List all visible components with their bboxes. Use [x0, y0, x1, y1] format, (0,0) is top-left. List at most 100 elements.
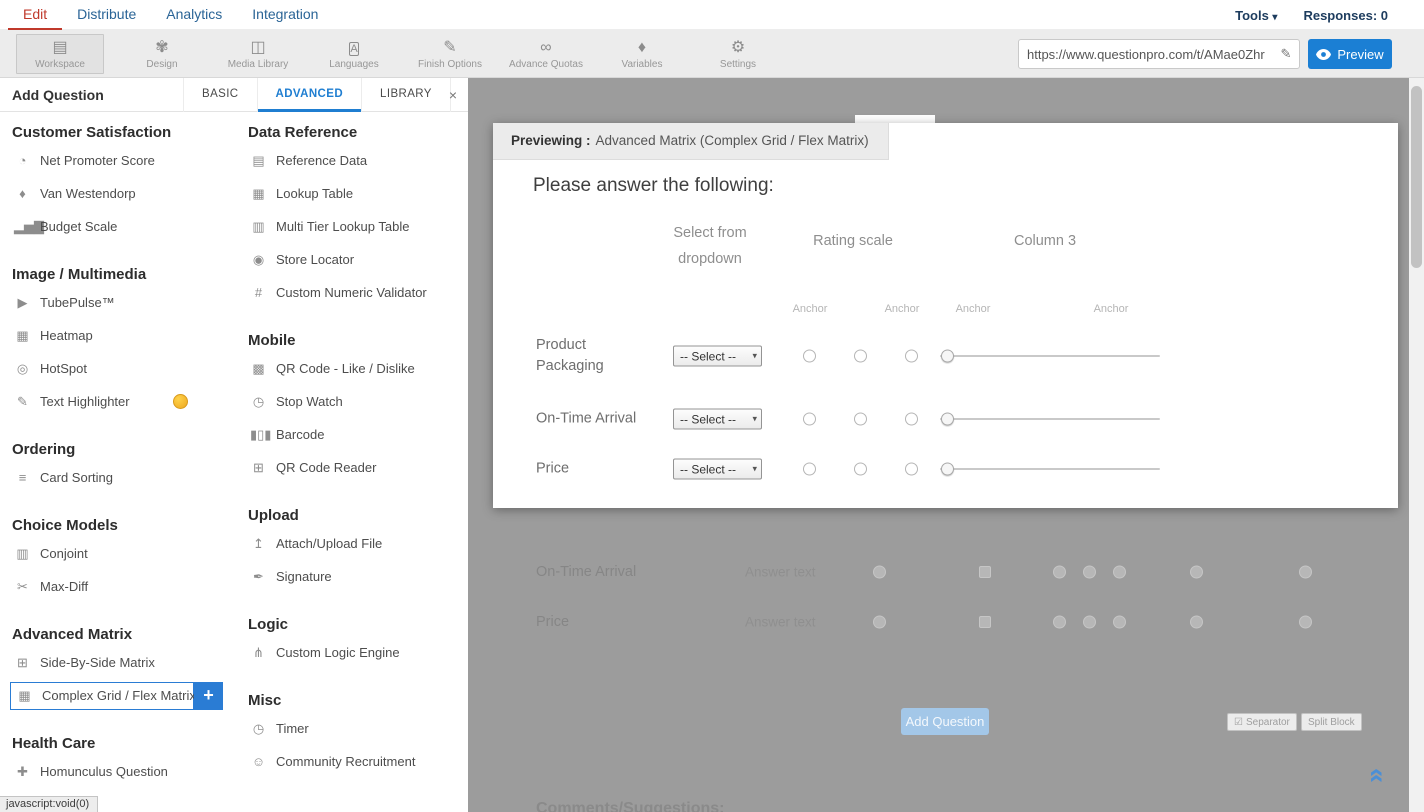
section-title: Customer Satisfaction — [10, 122, 238, 144]
preview-label: Preview — [1337, 47, 1383, 62]
toolbar-variables[interactable]: ♦ Variables — [594, 38, 690, 70]
toolbar-media-library[interactable]: ◫ Media Library — [210, 38, 306, 70]
item-label: Budget Scale — [40, 219, 117, 234]
panel-item-conjoint[interactable]: ▥Conjoint — [10, 537, 238, 570]
panel-item-signature[interactable]: ✒Signature — [246, 560, 464, 593]
checkbox — [979, 566, 991, 578]
panel-item-hotspot[interactable]: ◎HotSpot — [10, 352, 238, 385]
scrollbar-thumb[interactable] — [1411, 86, 1422, 268]
item-label: Homunculus Question — [40, 764, 168, 779]
slider-track[interactable] — [940, 418, 1160, 420]
tab-basic[interactable]: BASIC — [184, 78, 258, 112]
tools-menu[interactable]: Tools ▾ — [1235, 8, 1277, 23]
tab-analytics[interactable]: Analytics — [151, 0, 237, 30]
toolbar-label: Variables — [622, 59, 663, 70]
panel-item-net-promoter-score[interactable]: ◔Net Promoter Score — [10, 144, 238, 177]
panel-item-van-westendorp[interactable]: ♦Van Westendorp — [10, 177, 238, 210]
panel-item-store-locator[interactable]: ◉Store Locator — [246, 243, 464, 276]
section-title: Logic — [246, 614, 464, 636]
slider-track[interactable] — [940, 355, 1160, 357]
panel-item-community-recruitment[interactable]: ☺Community Recruitment — [246, 745, 464, 778]
panel-item-budget-scale[interactable]: ▂▅▇Budget Scale — [10, 210, 238, 243]
panel-item-heatmap[interactable]: ▦Heatmap — [10, 319, 238, 352]
panel-item-reference-data[interactable]: ▤Reference Data — [246, 144, 464, 177]
tab-integration[interactable]: Integration — [237, 0, 333, 30]
add-question-type-button[interactable]: + — [194, 682, 223, 710]
radio-button[interactable] — [905, 350, 918, 363]
tab-advanced[interactable]: ADVANCED — [258, 78, 363, 112]
toolbar-workspace[interactable]: ▤ Workspace — [16, 34, 104, 74]
slider-handle[interactable] — [941, 413, 954, 426]
select-dropdown[interactable]: -- Select --▾ — [673, 459, 762, 480]
survey-url-box: ✎ — [1018, 39, 1300, 69]
panel-item-max-diff[interactable]: ✂Max-Diff — [10, 570, 238, 603]
panel-item-multi-tier-lookup-table[interactable]: ▥Multi Tier Lookup Table — [246, 210, 464, 243]
panel-item-homunculus-question[interactable]: ✚Homunculus Question — [10, 755, 238, 788]
radio-button[interactable] — [803, 463, 816, 476]
slider-handle[interactable] — [941, 350, 954, 363]
radio-button[interactable] — [803, 350, 816, 363]
split-block-button: Split Block — [1301, 713, 1362, 731]
preview-button[interactable]: Preview — [1308, 39, 1392, 69]
panel-item-barcode[interactable]: ▮▯▮Barcode — [246, 418, 464, 451]
item-label: Timer — [276, 721, 309, 736]
tab-distribute[interactable]: Distribute — [62, 0, 151, 30]
row-label: Price — [536, 459, 648, 480]
radio-button[interactable] — [854, 463, 867, 476]
toolbar-label: Finish Options — [418, 59, 482, 70]
item-label: QR Code - Like / Dislike — [276, 361, 415, 376]
radio-button — [1113, 566, 1126, 579]
panel-item-timer[interactable]: ◷Timer — [246, 712, 464, 745]
close-icon[interactable]: × — [438, 78, 468, 112]
split-block-label: Split Block — [1308, 717, 1355, 728]
survey-url-input[interactable] — [1019, 47, 1273, 62]
panel-item-attach-upload-file[interactable]: ↥Attach/Upload File — [246, 527, 464, 560]
panel-item-text-highlighter[interactable]: ✎Text Highlighter — [10, 385, 238, 418]
tag-icon: ♦ — [14, 186, 31, 201]
select-dropdown[interactable]: -- Select --▾ — [673, 409, 762, 430]
select-dropdown[interactable]: -- Select --▾ — [673, 346, 762, 367]
panel-column-right: Data Reference ▤Reference Data ▦Lookup T… — [246, 122, 464, 778]
radio-button — [1083, 566, 1096, 579]
toolbar-advance-quotas[interactable]: ∞ Advance Quotas — [498, 38, 594, 70]
scroll-to-top-icon[interactable]: « — [1364, 768, 1391, 783]
radio-button[interactable] — [854, 350, 867, 363]
radio-button[interactable] — [905, 413, 918, 426]
panel-item-stop-watch[interactable]: ◷Stop Watch — [246, 385, 464, 418]
slider-track[interactable] — [940, 468, 1160, 470]
panel-item-complex-grid-flex-matrix[interactable]: ▦Complex Grid / Flex Matrix — [10, 682, 194, 710]
panel-item-side-by-side-matrix[interactable]: ⊞Side-By-Side Matrix — [10, 646, 238, 679]
main-scrollbar[interactable] — [1409, 78, 1424, 812]
radio-button[interactable] — [854, 413, 867, 426]
top-nav: Edit Distribute Analytics Integration To… — [0, 0, 1424, 30]
column-header-dropdown: Select from dropdown — [650, 220, 770, 272]
tab-edit[interactable]: Edit — [8, 0, 62, 30]
responses-count[interactable]: Responses: 0 — [1303, 8, 1388, 23]
slider-handle[interactable] — [941, 463, 954, 476]
panel-item-qr-code-reader[interactable]: ⊞QR Code Reader — [246, 451, 464, 484]
panel-item-custom-logic-engine[interactable]: ⋔ Custom Logic Engine — [246, 636, 464, 669]
caret-down-icon: ▾ — [752, 464, 757, 475]
branch-icon: ⋔ — [250, 645, 267, 661]
item-label: TubePulse™ — [40, 295, 115, 310]
toolbar-languages[interactable]: A Languages — [306, 38, 402, 70]
section-title: Image / Multimedia — [10, 264, 238, 286]
section-advanced-matrix: Advanced Matrix ⊞Side-By-Side Matrix ▦Co… — [10, 624, 238, 712]
panel-item-qr-code-like-dislike[interactable]: ▩QR Code - Like / Dislike — [246, 352, 464, 385]
radio-button[interactable] — [803, 413, 816, 426]
add-question-button: Add Question — [901, 708, 989, 735]
toolbar-design[interactable]: ✾ Design — [114, 38, 210, 70]
panel-item-custom-numeric-validator[interactable]: #Custom Numeric Validator — [246, 276, 464, 309]
panel-item-lookup-table[interactable]: ▦Lookup Table — [246, 177, 464, 210]
panel-item-card-sorting[interactable]: ≡Card Sorting — [10, 461, 238, 494]
toolbar-finish-options[interactable]: ✎ Finish Options — [402, 38, 498, 70]
toolbar-label: Settings — [720, 59, 756, 70]
panel-item-tubepulse[interactable]: ▶TubePulse™ — [10, 286, 238, 319]
radio-button[interactable] — [905, 463, 918, 476]
layers-icon: ▥ — [250, 219, 267, 235]
item-label: Conjoint — [40, 546, 88, 561]
toolbar-settings[interactable]: ⚙ Settings — [690, 38, 786, 70]
pencil-icon[interactable]: ✎ — [1273, 46, 1299, 62]
item-label: Custom Logic Engine — [276, 645, 400, 660]
column-header-rating: Rating scale — [793, 233, 913, 249]
